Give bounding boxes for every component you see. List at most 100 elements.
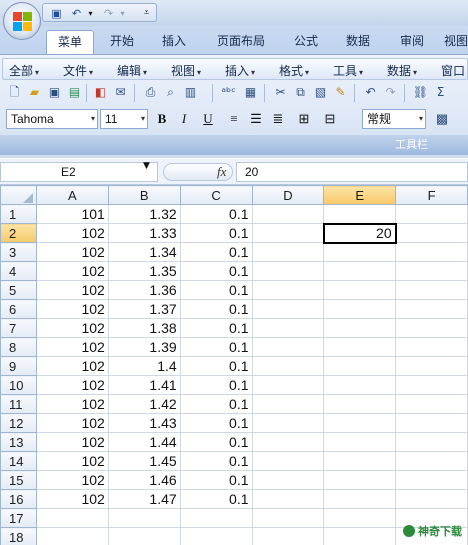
column-header[interactable]: F [395,185,468,205]
row-header[interactable]: 16 [0,489,37,509]
cell[interactable]: 1.37 [107,299,181,319]
page-setup-icon[interactable]: ▥ [182,84,199,101]
row-header[interactable]: 8 [0,337,37,357]
cell[interactable] [395,337,468,357]
cell[interactable] [251,337,325,357]
row-header[interactable]: 18 [0,527,37,545]
cell[interactable] [395,261,468,281]
cell[interactable] [323,470,397,490]
tab-home[interactable]: 开始 [100,30,144,54]
spelling-icon[interactable]: ᵃᵇᶜ [220,84,237,101]
cell[interactable]: 0.1 [179,375,253,395]
chevron-down-icon[interactable]: ▼ [143,161,150,171]
cell[interactable]: 0.1 [179,337,253,357]
row-header[interactable]: 5 [0,280,37,300]
cell[interactable]: 102 [35,337,109,357]
cell[interactable]: 0.1 [179,318,253,338]
row-header[interactable]: 17 [0,508,37,528]
align-center-icon[interactable]: ☰ [246,110,266,128]
save-icon[interactable]: ▣ [46,84,63,101]
bold-button[interactable]: B [152,110,172,128]
customize-icon[interactable]: ⩡ [139,6,154,21]
cell[interactable] [251,489,325,509]
column-header[interactable]: B [107,185,181,205]
cell[interactable]: 102 [35,242,109,262]
cell[interactable] [251,470,325,490]
cell[interactable] [395,280,468,300]
format-painter-icon[interactable]: ✎ [332,84,349,101]
cell[interactable]: 102 [35,318,109,338]
cell[interactable] [395,204,468,224]
cell[interactable]: 1.33 [107,223,181,243]
print-preview-icon[interactable]: ⌕ [162,84,179,101]
font-size-select[interactable]: 11 ▾ [100,109,148,129]
cell[interactable] [251,242,325,262]
row-header[interactable]: 13 [0,432,37,452]
cell[interactable] [395,356,468,376]
cell[interactable]: 0.1 [179,299,253,319]
cell[interactable]: 102 [35,470,109,490]
cell[interactable]: 1.41 [107,375,181,395]
wrap-text-icon[interactable]: ⊟ [320,110,340,128]
cell[interactable]: 0.1 [179,489,253,509]
cell[interactable]: 1.46 [107,470,181,490]
cell[interactable]: 101 [35,204,109,224]
name-box[interactable]: E2 [0,162,158,182]
cell[interactable]: 102 [35,261,109,281]
cell[interactable] [395,375,468,395]
cell[interactable]: 0.1 [179,413,253,433]
cell[interactable] [251,299,325,319]
align-left-icon[interactable]: ≡ [224,110,244,128]
cell[interactable] [323,489,397,509]
menu-tools[interactable]: 工具 ▾ [333,62,363,79]
undo-icon[interactable]: ↶ [69,6,84,21]
cell[interactable] [323,527,397,545]
cell[interactable] [107,508,181,528]
cell[interactable]: 102 [35,223,109,243]
formula-input[interactable]: 20 [236,162,468,182]
research-icon[interactable]: ▦ [242,84,259,101]
cell[interactable] [251,413,325,433]
permission-icon[interactable]: ◧ [92,84,109,101]
cell[interactable]: 0.1 [179,356,253,376]
column-header[interactable]: D [251,185,325,205]
cell[interactable] [395,413,468,433]
cell[interactable] [251,451,325,471]
underline-button[interactable]: U [198,110,218,128]
font-name-select[interactable]: Tahoma ▾ [6,109,98,129]
cell[interactable]: 102 [35,489,109,509]
tab-page-layout[interactable]: 页面布局 [208,30,274,54]
cell[interactable] [251,204,325,224]
cell[interactable] [323,337,397,357]
cell[interactable]: 1.34 [107,242,181,262]
menu-all[interactable]: 全部 ▾ [9,62,39,79]
cell[interactable]: 102 [35,356,109,376]
tab-review[interactable]: 审阅 [390,30,434,54]
cell[interactable] [395,299,468,319]
row-header[interactable]: 11 [0,394,37,414]
italic-button[interactable]: I [174,110,194,128]
cell[interactable]: 102 [35,413,109,433]
open-folder-icon[interactable]: ▰ [26,84,43,101]
row-header[interactable]: 10 [0,375,37,395]
cell[interactable]: 0.1 [179,280,253,300]
paste-icon[interactable]: ▧ [312,84,329,101]
cell[interactable] [251,394,325,414]
row-header[interactable]: 9 [0,356,37,376]
active-cell[interactable]: 20 [322,222,397,244]
cell[interactable] [179,527,253,545]
cell[interactable] [251,356,325,376]
align-right-icon[interactable]: ≣ [268,110,288,128]
cell[interactable] [323,204,397,224]
cell[interactable]: 102 [35,451,109,471]
row-header[interactable]: 3 [0,242,37,262]
cell[interactable]: 1.45 [107,451,181,471]
cut-icon[interactable]: ✂ [272,84,289,101]
cell[interactable]: 102 [35,394,109,414]
email-icon[interactable]: ✉ [112,84,129,101]
copy-icon[interactable]: ⧉ [292,84,309,101]
cell[interactable]: 102 [35,375,109,395]
cell[interactable] [395,489,468,509]
row-header[interactable]: 12 [0,413,37,433]
tab-view[interactable]: 视图 [444,30,468,54]
